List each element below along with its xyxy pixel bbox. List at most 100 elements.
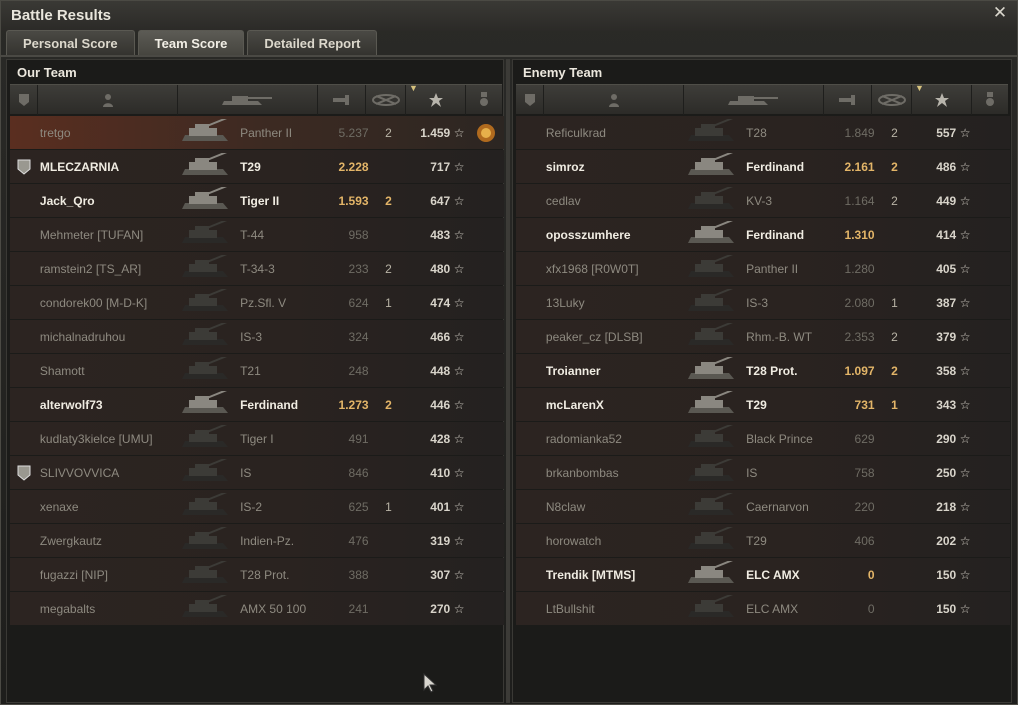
- player-row[interactable]: Zwergkautz Indien-Pz. 476 319 ☆: [10, 524, 504, 557]
- close-icon[interactable]: ✕: [991, 4, 1009, 22]
- player-name[interactable]: brkanbombas: [544, 466, 683, 480]
- player-row[interactable]: tretgo Panther II 5.237 2 1.459 ☆: [10, 116, 504, 149]
- player-name[interactable]: xfx1968 [R0W0T]: [544, 262, 683, 276]
- squad-icon[interactable]: [10, 85, 38, 115]
- squad-slot: [516, 116, 544, 149]
- xp-star-icon[interactable]: ▼: [406, 83, 466, 115]
- damage-icon[interactable]: [824, 85, 872, 115]
- player-row[interactable]: radomianka52 Black Prince 629 290 ☆: [516, 422, 1010, 455]
- damage-value: 1.280: [844, 261, 875, 276]
- player-row[interactable]: Troianner T28 Prot. 1.097 2 358 ☆: [516, 354, 1010, 387]
- player-name[interactable]: Reficulkrad: [544, 126, 683, 140]
- kills-value: 1: [385, 295, 392, 310]
- tank-name: T28 Prot.: [746, 363, 798, 378]
- xp-value: 319: [430, 533, 451, 548]
- player-row[interactable]: N8claw Caernarvon 220 218 ☆: [516, 490, 1010, 523]
- player-name[interactable]: SLIVVOVVICA: [38, 466, 177, 480]
- tank-icon: [177, 558, 237, 591]
- player-name[interactable]: cedlav: [544, 194, 683, 208]
- tank-icon: [177, 354, 237, 387]
- player-name[interactable]: Zwergkautz: [38, 534, 177, 548]
- player-icon[interactable]: [544, 85, 684, 115]
- tab-detailed-report[interactable]: Detailed Report: [247, 30, 378, 55]
- player-name[interactable]: N8claw: [544, 500, 683, 514]
- tab-team-score[interactable]: Team Score: [137, 30, 245, 55]
- squad-slot: [10, 286, 38, 319]
- star-icon: ☆: [453, 227, 465, 242]
- star-icon: ☆: [453, 465, 465, 480]
- player-name[interactable]: ramstein2 [TS_AR]: [38, 262, 177, 276]
- player-row[interactable]: oposszumhere Ferdinand 1.310 414 ☆: [516, 218, 1010, 251]
- player-row[interactable]: Mehmeter [TUFAN] T-44 958 483 ☆: [10, 218, 504, 251]
- player-name[interactable]: oposszumhere: [544, 228, 683, 242]
- player-row[interactable]: horowatch T29 406 202 ☆: [516, 524, 1010, 557]
- player-name[interactable]: Shamott: [38, 364, 177, 378]
- player-row[interactable]: brkanbombas IS 758 250 ☆: [516, 456, 1010, 489]
- player-name[interactable]: Trendik [MTMS]: [544, 568, 683, 582]
- player-row[interactable]: LtBullshit ELC AMX 0 150 ☆: [516, 592, 1010, 625]
- player-row[interactable]: xenaxe IS-2 625 1 401 ☆: [10, 490, 504, 523]
- player-row[interactable]: xfx1968 [R0W0T] Panther II 1.280 405 ☆: [516, 252, 1010, 285]
- player-row[interactable]: cedlav KV-3 1.164 2 449 ☆: [516, 184, 1010, 217]
- player-row[interactable]: mcLarenX T29 731 1 343 ☆: [516, 388, 1010, 421]
- tank-icon[interactable]: [178, 85, 318, 115]
- player-row[interactable]: 13Luky IS-3 2.080 1 387 ☆: [516, 286, 1010, 319]
- damage-value: 2.228: [338, 159, 369, 174]
- tank-icon: [177, 422, 237, 455]
- tank-icon[interactable]: [684, 85, 824, 115]
- player-row[interactable]: Reficulkrad T28 1.849 2 557 ☆: [516, 116, 1010, 149]
- player-row[interactable]: michalnadruhou IS-3 324 466 ☆: [10, 320, 504, 353]
- player-row[interactable]: fugazzi [NIP] T28 Prot. 388 307 ☆: [10, 558, 504, 591]
- player-name[interactable]: horowatch: [544, 534, 683, 548]
- player-name[interactable]: Mehmeter [TUFAN]: [38, 228, 177, 242]
- player-name[interactable]: megabalts: [38, 602, 177, 616]
- player-row[interactable]: ramstein2 [TS_AR] T-34-3 233 2 480 ☆: [10, 252, 504, 285]
- kills-icon[interactable]: [872, 85, 912, 115]
- player-name[interactable]: 13Luky: [544, 296, 683, 310]
- player-name[interactable]: condorek00 [M-D-K]: [38, 296, 177, 310]
- player-icon[interactable]: [38, 85, 178, 115]
- player-name[interactable]: alterwolf73: [38, 398, 177, 412]
- player-row[interactable]: simroz Ferdinand 2.161 2 486 ☆: [516, 150, 1010, 183]
- player-name[interactable]: mcLarenX: [544, 398, 683, 412]
- player-name[interactable]: kudlaty3kielce [UMU]: [38, 432, 177, 446]
- player-name[interactable]: fugazzi [NIP]: [38, 568, 177, 582]
- player-row[interactable]: megabalts AMX 50 100 241 270 ☆: [10, 592, 504, 625]
- player-row[interactable]: MLECZARNIA T29 2.228 717 ☆: [10, 150, 504, 183]
- damage-value: 0: [867, 567, 875, 582]
- player-name[interactable]: peaker_cz [DLSB]: [544, 330, 683, 344]
- medal-icon[interactable]: [466, 85, 502, 115]
- player-row[interactable]: Shamott T21 248 448 ☆: [10, 354, 504, 387]
- player-row[interactable]: Trendik [MTMS] ELC AMX 0 150 ☆: [516, 558, 1010, 591]
- player-name[interactable]: LtBullshit: [544, 602, 683, 616]
- player-name[interactable]: radomianka52: [544, 432, 683, 446]
- player-row[interactable]: Jack_Qro Tiger II 1.593 2 647 ☆: [10, 184, 504, 217]
- xp-star-icon[interactable]: ▼: [912, 83, 972, 115]
- player-row[interactable]: alterwolf73 Ferdinand 1.273 2 446 ☆: [10, 388, 504, 421]
- damage-icon[interactable]: [318, 85, 366, 115]
- player-name[interactable]: Jack_Qro: [38, 194, 177, 208]
- kills-value: 1: [891, 397, 898, 412]
- xp-value: 410: [430, 465, 451, 480]
- squad-slot: [516, 184, 544, 217]
- player-name[interactable]: MLECZARNIA: [38, 160, 177, 174]
- xp-value: 1.459: [420, 125, 451, 140]
- player-row[interactable]: peaker_cz [DLSB] Rhm.-B. WT 2.353 2 379 ☆: [516, 320, 1010, 353]
- squad-icon[interactable]: [516, 85, 544, 115]
- player-row[interactable]: condorek00 [M-D-K] Pz.Sfl. V 624 1 474 ☆: [10, 286, 504, 319]
- tank-name: Panther II: [240, 125, 293, 140]
- player-row[interactable]: SLIVVOVVICA IS 846 410 ☆: [10, 456, 504, 489]
- star-icon: ☆: [959, 465, 971, 480]
- tank-name: Panther II: [746, 261, 799, 276]
- kills-icon[interactable]: [366, 85, 406, 115]
- player-name[interactable]: Troianner: [544, 364, 683, 378]
- player-row[interactable]: kudlaty3kielce [UMU] Tiger I 491 428 ☆: [10, 422, 504, 455]
- player-name[interactable]: xenaxe: [38, 500, 177, 514]
- player-name[interactable]: michalnadruhou: [38, 330, 177, 344]
- tab-personal-score[interactable]: Personal Score: [6, 30, 135, 55]
- player-name[interactable]: simroz: [544, 160, 683, 174]
- tank-name: ELC AMX: [746, 567, 800, 582]
- player-name[interactable]: tretgo: [38, 126, 177, 140]
- squad-slot: [10, 592, 38, 625]
- medal-icon[interactable]: [972, 85, 1008, 115]
